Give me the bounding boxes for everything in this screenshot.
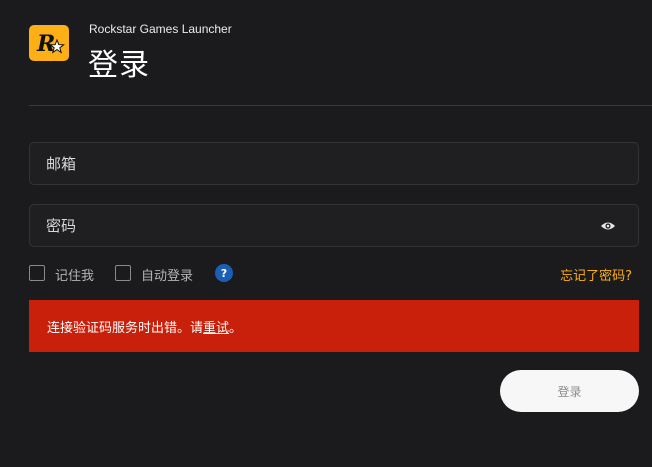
forgot-password-link[interactable]: 忘记了密码? — [560, 265, 632, 284]
email-field[interactable] — [29, 142, 639, 185]
help-icon[interactable]: ? — [215, 264, 233, 282]
error-message: 连接验证码服务时出错。请 — [47, 320, 204, 336]
error-message-suffix: 。 — [229, 320, 243, 336]
app-title: Rockstar Games Launcher — [89, 22, 232, 36]
login-options-row: 记住我 自动登录 ? 忘记了密码? — [29, 263, 639, 285]
retry-link[interactable]: 重试 — [203, 317, 229, 336]
rockstar-logo: R — [29, 25, 69, 61]
auto-login-label: 自动登录 — [141, 269, 194, 284]
remember-me-label: 记住我 — [55, 269, 95, 284]
remember-me-checkbox[interactable] — [29, 265, 45, 281]
page-title: 登录 — [88, 48, 150, 83]
password-field[interactable] — [29, 204, 639, 247]
email-input[interactable] — [46, 143, 586, 184]
eye-icon[interactable] — [600, 220, 616, 232]
divider — [29, 105, 652, 106]
error-banner: 连接验证码服务时出错。请 重试。 — [29, 300, 639, 352]
password-input[interactable] — [46, 205, 586, 246]
login-button[interactable]: 登录 — [500, 370, 639, 412]
auto-login-checkbox[interactable] — [115, 265, 131, 281]
